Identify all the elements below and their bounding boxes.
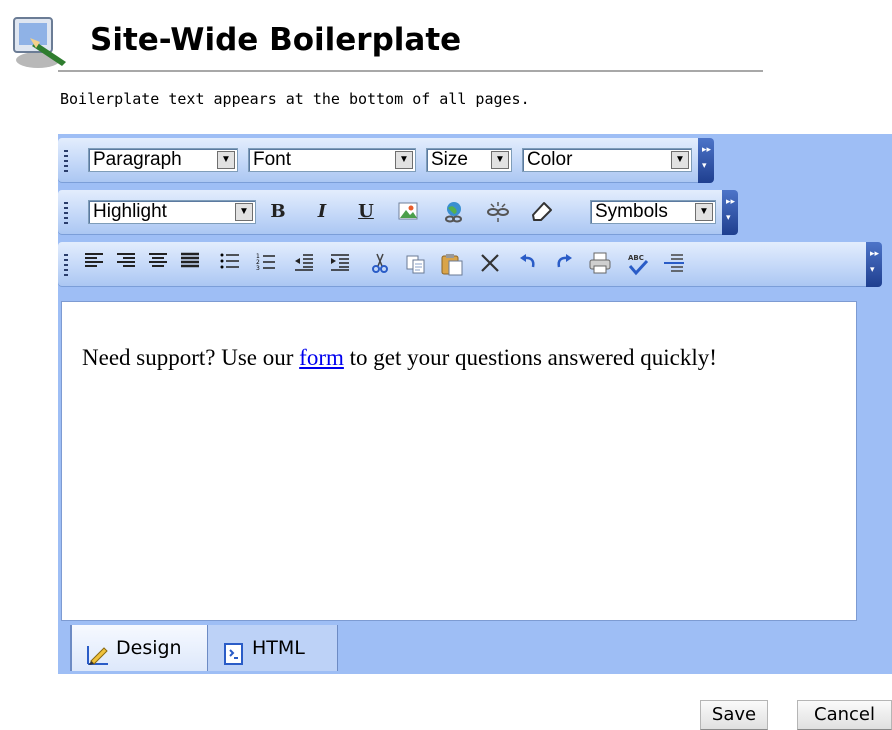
- align-center-icon[interactable]: [146, 252, 170, 276]
- html-icon: [222, 637, 246, 665]
- page-description: Boilerplate text appears at the bottom o…: [60, 90, 530, 108]
- title-divider: [58, 70, 763, 72]
- tab-design-label: Design: [116, 637, 182, 659]
- undo-icon[interactable]: [516, 252, 540, 276]
- numbered-list-icon[interactable]: 123: [254, 252, 278, 276]
- design-icon: [86, 637, 110, 665]
- toolbar-paragraph: 123 ABC ▸▸ ▾: [58, 242, 882, 287]
- indent-icon[interactable]: [328, 252, 352, 276]
- align-right-icon[interactable]: [114, 252, 138, 276]
- page-title: Site-Wide Boilerplate: [90, 22, 462, 58]
- cut-icon[interactable]: [368, 252, 392, 276]
- justify-icon[interactable]: [178, 252, 202, 276]
- chevron-down-icon: ▼: [217, 151, 235, 169]
- spellcheck-icon[interactable]: ABC: [626, 252, 650, 276]
- tab-html-label: HTML: [252, 637, 305, 659]
- horizontal-rule-icon[interactable]: [662, 252, 686, 276]
- rich-text-editor: Paragraph ▼ Font ▼ Size ▼ Color ▼ ▸▸ ▾ Hi…: [58, 134, 892, 674]
- content-text: to get your questions answered quickly!: [343, 345, 717, 370]
- toolbar-style: Highlight ▼ B I U Symbols ▼ ▸▸ ▾: [58, 190, 738, 235]
- chevron-down-icon: ▼: [695, 203, 713, 221]
- size-dropdown-label: Size: [431, 149, 468, 170]
- highlight-dropdown-label: Highlight: [93, 201, 167, 222]
- paragraph-dropdown[interactable]: Paragraph ▼: [88, 148, 238, 172]
- print-icon[interactable]: [588, 252, 612, 276]
- toolbar-grip-handle[interactable]: [64, 150, 68, 172]
- remove-link-icon[interactable]: [486, 200, 510, 224]
- bold-button[interactable]: B: [266, 200, 290, 224]
- insert-image-icon[interactable]: [396, 200, 420, 224]
- size-dropdown[interactable]: Size ▼: [426, 148, 512, 172]
- toolbar-overflow-button[interactable]: ▸▸ ▾: [698, 138, 714, 183]
- eraser-icon[interactable]: [530, 200, 554, 224]
- chevron-down-icon: ▼: [235, 203, 253, 221]
- insert-link-icon[interactable]: [442, 200, 466, 224]
- copy-icon[interactable]: [404, 252, 428, 276]
- paste-icon[interactable]: [440, 252, 464, 276]
- highlight-dropdown[interactable]: Highlight ▼: [88, 200, 256, 224]
- toolbar-overflow-button[interactable]: ▸▸ ▾: [866, 242, 882, 287]
- chevron-down-icon: ▼: [491, 151, 509, 169]
- tab-html[interactable]: HTML: [208, 625, 338, 671]
- save-button[interactable]: Save: [700, 700, 768, 730]
- toolbar-grip-handle[interactable]: [64, 202, 68, 224]
- chevron-down-icon: ▼: [671, 151, 689, 169]
- svg-text:3: 3: [256, 265, 260, 272]
- toolbar-overflow-button[interactable]: ▸▸ ▾: [722, 190, 738, 235]
- bulleted-list-icon[interactable]: [218, 252, 242, 276]
- symbols-dropdown[interactable]: Symbols ▼: [590, 200, 716, 224]
- cancel-button[interactable]: Cancel: [797, 700, 892, 730]
- content-text: Need support? Use our: [82, 345, 300, 370]
- underline-button[interactable]: U: [354, 200, 378, 224]
- editor-content-area[interactable]: Need support? Use our form to get your q…: [61, 301, 857, 621]
- editor-mode-tabs: Design HTML: [58, 625, 892, 671]
- align-left-icon[interactable]: [82, 252, 106, 276]
- paragraph-dropdown-label: Paragraph: [93, 149, 182, 170]
- support-form-link[interactable]: form: [299, 345, 344, 370]
- redo-icon[interactable]: [552, 252, 576, 276]
- color-dropdown[interactable]: Color ▼: [522, 148, 692, 172]
- font-dropdown[interactable]: Font ▼: [248, 148, 416, 172]
- toolbar-format: Paragraph ▼ Font ▼ Size ▼ Color ▼ ▸▸ ▾: [58, 138, 714, 183]
- color-dropdown-label: Color: [527, 149, 573, 170]
- tab-design[interactable]: Design: [70, 625, 208, 671]
- chevron-down-icon: ▼: [395, 151, 413, 169]
- font-dropdown-label: Font: [253, 149, 292, 170]
- outdent-icon[interactable]: [292, 252, 316, 276]
- toolbar-grip-handle[interactable]: [64, 254, 68, 276]
- delete-icon[interactable]: [478, 252, 502, 276]
- symbols-dropdown-label: Symbols: [595, 201, 668, 222]
- page-icon: [8, 12, 76, 72]
- svg-text:ABC: ABC: [628, 254, 644, 262]
- italic-button[interactable]: I: [310, 200, 334, 224]
